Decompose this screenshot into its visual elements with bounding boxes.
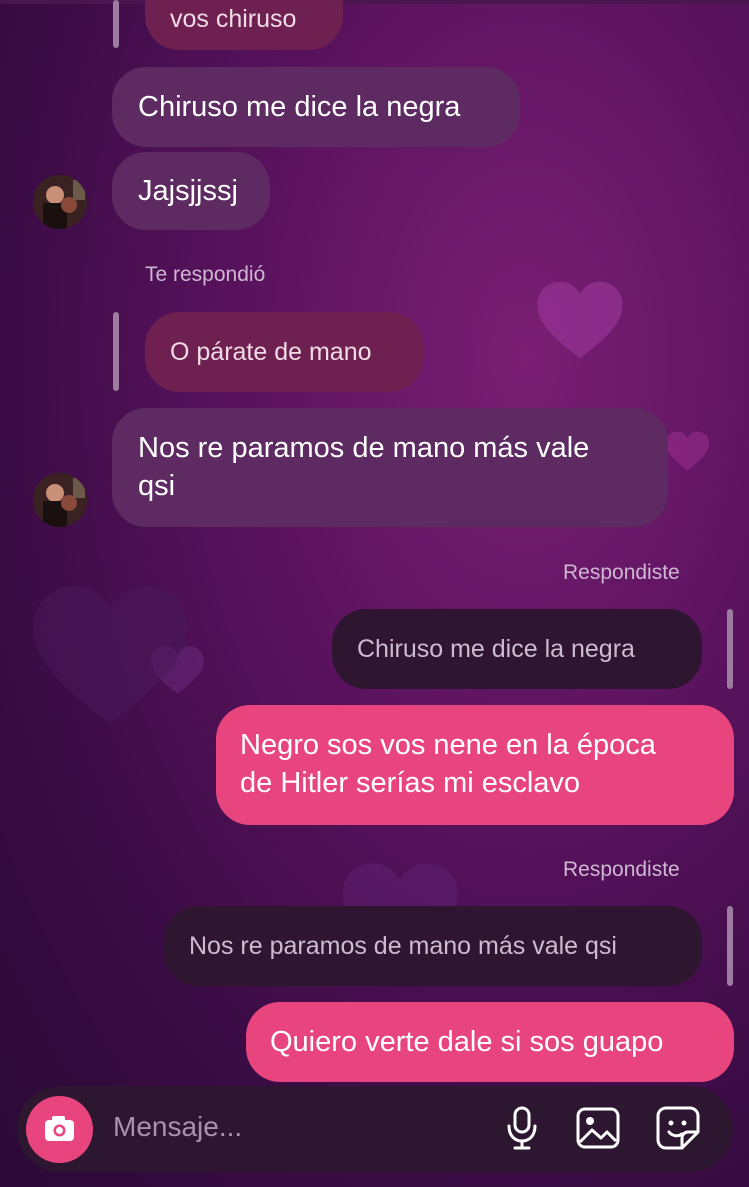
reply-quote-bar <box>727 906 733 986</box>
reply-quote-text: Nos re paramos de mano más vale qsi <box>189 932 617 960</box>
reply-quote-text: vos chiruso <box>170 5 297 33</box>
reply-label: Te respondió <box>145 263 266 286</box>
gallery-icon[interactable] <box>574 1104 622 1152</box>
sticker-icon[interactable] <box>654 1104 702 1152</box>
incoming-message[interactable]: Chiruso me dice la negra <box>112 67 520 147</box>
message-text-line: qsi <box>138 470 176 502</box>
reply-quote-text: Chiruso me dice la negra <box>357 635 635 663</box>
sender-avatar[interactable] <box>33 175 87 229</box>
message-text-line: Nos re paramos de mano más vale <box>138 432 590 464</box>
camera-button[interactable] <box>26 1096 93 1163</box>
microphone-icon[interactable] <box>498 1104 546 1152</box>
outgoing-message[interactable]: Quiero verte dale si sos guapo <box>246 1002 734 1082</box>
reply-quote-bubble[interactable]: O párate de mano <box>145 312 423 392</box>
background-heart-decoration <box>33 586 187 724</box>
message-text-line: Negro sos vos nene en la época <box>240 729 656 761</box>
reply-quote-bubble[interactable]: vos chiruso <box>145 0 343 50</box>
background-heart-decoration <box>537 281 623 359</box>
reply-label: Respondiste <box>563 561 680 584</box>
reply-quote-bar <box>113 312 119 391</box>
camera-icon <box>45 1116 74 1141</box>
message-text: Chiruso me dice la negra <box>138 91 461 123</box>
message-text: Jajsjjssj <box>138 175 238 207</box>
message-input[interactable]: Mensaje... <box>113 1111 242 1143</box>
reply-label: Respondiste <box>563 858 680 881</box>
background-heart-decoration <box>665 431 710 471</box>
reply-quote-bubble[interactable]: Nos re paramos de mano más vale qsi <box>164 906 702 986</box>
reply-quote-bar <box>113 0 119 48</box>
message-text-line: de Hitler serías mi esclavo <box>240 767 581 799</box>
message-composer: Mensaje... <box>17 1086 733 1172</box>
incoming-message[interactable]: Jajsjjssj <box>112 152 270 230</box>
incoming-message[interactable]: Nos re paramos de mano más vale qsi <box>112 408 668 527</box>
message-text: Quiero verte dale si sos guapo <box>270 1026 664 1058</box>
outgoing-message[interactable]: Negro sos vos nene en la época de Hitler… <box>216 705 734 825</box>
sender-avatar[interactable] <box>33 473 87 527</box>
reply-quote-bubble[interactable]: Chiruso me dice la negra <box>332 609 702 689</box>
reply-quote-text: O párate de mano <box>170 338 372 366</box>
reply-quote-bar <box>727 609 733 689</box>
